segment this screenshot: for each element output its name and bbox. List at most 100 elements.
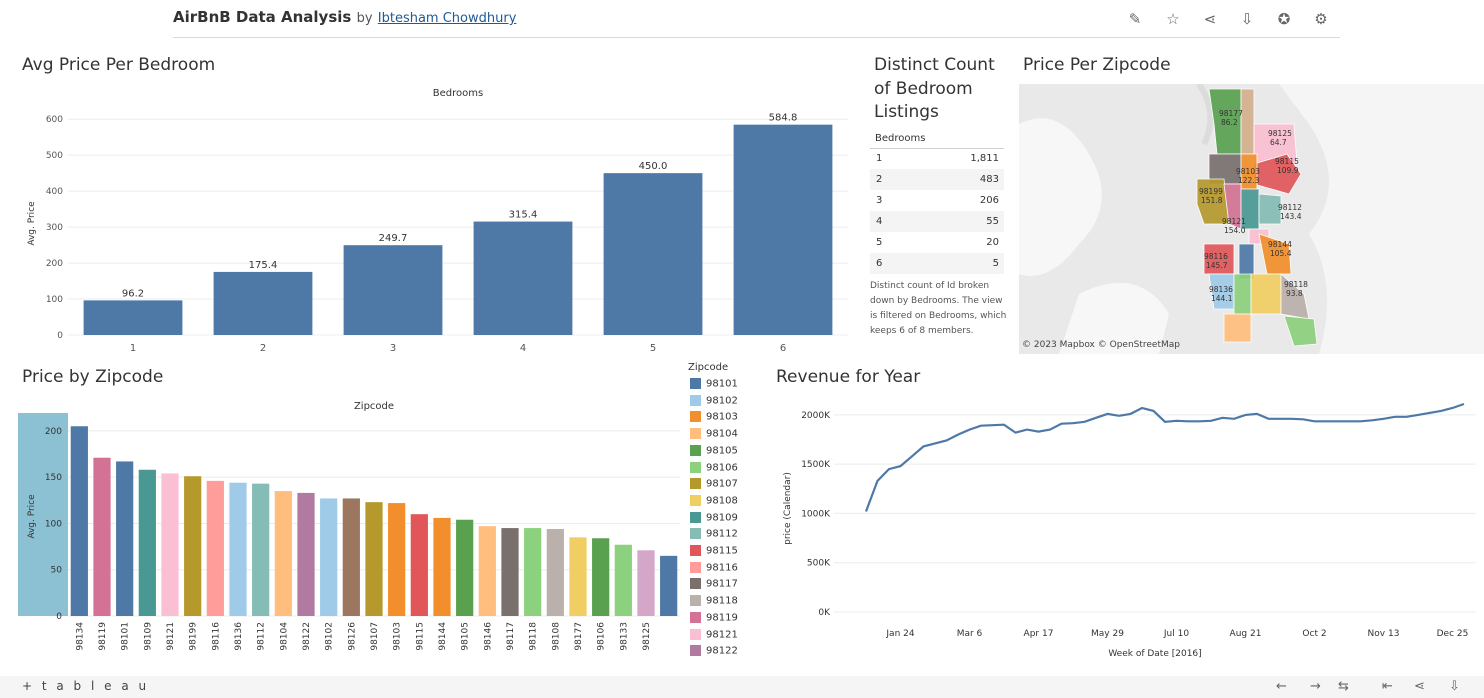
toolbar-divider — [173, 37, 1340, 38]
x-tick-label: 98119 — [98, 622, 108, 651]
y-tick-label: 200 — [46, 259, 63, 269]
legend-swatch — [690, 394, 701, 406]
legend-item[interactable]: 98116 — [690, 561, 738, 578]
map-zip-label: 98125 — [1268, 129, 1292, 138]
x-tick-label: Mar 6 — [957, 629, 983, 639]
redo-icon[interactable]: → — [1310, 679, 1321, 694]
legend-item[interactable]: 98101 — [690, 378, 738, 394]
x-tick-label: 98106 — [597, 622, 607, 651]
pause-icon[interactable]: ⇤ — [1382, 679, 1393, 694]
listing-count-value: 20 — [986, 237, 999, 248]
y-axis-label: Avg. Price — [27, 494, 37, 539]
x-tick-label: Nov 13 — [1368, 629, 1400, 639]
legend-item[interactable]: 98103 — [690, 411, 738, 427]
map-zip-label: 98121 — [1222, 217, 1246, 226]
legend-swatch — [690, 461, 701, 473]
map-price-label: 122.3 — [1238, 176, 1260, 185]
gear-icon[interactable]: ⚙ — [1312, 10, 1330, 28]
x-tick-label: 98108 — [551, 622, 561, 651]
legend-item[interactable]: 98119 — [690, 611, 738, 628]
legend-item[interactable]: 98108 — [690, 494, 738, 511]
legend-item[interactable]: 98115 — [690, 545, 738, 561]
legend-item[interactable]: 98105 — [690, 444, 738, 461]
by-text: by — [356, 11, 373, 26]
edit-icon[interactable]: ✎ — [1126, 10, 1144, 28]
legend-swatch — [690, 428, 701, 440]
legend-item[interactable]: 98122 — [690, 645, 738, 661]
zipcode-region — [1240, 88, 1255, 155]
data-label: 249.7 — [379, 233, 408, 244]
x-tick-label: 98107 — [370, 622, 380, 651]
title-text: AirBnB Data Analysis — [173, 8, 352, 26]
x-tick-label: 98104 — [279, 622, 289, 651]
legend-swatch — [690, 411, 701, 423]
share-icon[interactable]: ⋖ — [1201, 10, 1219, 28]
zipcode-chart-title: Price by Zipcode — [22, 367, 164, 387]
x-axis-label: Week of Date [2016] — [1108, 649, 1201, 659]
bar — [569, 537, 587, 616]
zipcode-bar-chart[interactable]: Zipcode 0 50 100 150 200 Avg. Price 98134 98119 9… — [18, 395, 683, 670]
bar — [213, 271, 313, 335]
map-price-label: 93.8 — [1286, 289, 1303, 298]
y-axis-highlight — [18, 413, 68, 616]
revert-icon[interactable]: ⇆ — [1338, 679, 1349, 694]
y-tick-label: 100 — [46, 295, 63, 305]
download-icon[interactable]: ⇩ — [1238, 10, 1256, 28]
legend-item[interactable]: 98117 — [690, 578, 738, 594]
x-tick-label: 98112 — [257, 622, 267, 651]
map-zip-label: 98144 — [1268, 240, 1292, 249]
legend-item[interactable]: 98107 — [690, 478, 738, 494]
legend-swatch — [690, 611, 701, 623]
footer-share-icon[interactable]: ⋖ — [1414, 679, 1425, 694]
legend-swatch — [690, 444, 701, 456]
bar — [592, 538, 610, 616]
legend-swatch — [690, 528, 701, 540]
bar — [410, 514, 428, 616]
x-tick-label: Jan 24 — [885, 629, 914, 639]
y-tick-label: 2000K — [801, 411, 831, 421]
legend-label: 98115 — [706, 545, 738, 557]
legend-item[interactable]: 98118 — [690, 595, 738, 611]
y-tick-label: 0 — [57, 331, 63, 341]
author-link[interactable]: Ibtesham Chowdhury — [378, 11, 517, 26]
bedroom-bar-chart[interactable]: Bedrooms 0 100 200 300 400 500 600 Avg. Price 96.… — [18, 82, 863, 357]
x-tick-label: 3 — [390, 343, 396, 354]
zipcode-header: Zipcode — [354, 401, 394, 412]
legend-label: 98117 — [706, 578, 738, 590]
legend-swatch — [690, 628, 701, 640]
y-tick-label: 500K — [807, 559, 831, 569]
map-price-label: 145.7 — [1206, 261, 1228, 270]
legend-item[interactable]: 98102 — [690, 394, 738, 411]
legend-item[interactable]: 98109 — [690, 511, 738, 528]
bar — [388, 503, 406, 616]
revenue-line-chart[interactable]: 0K 500K 1000K 1500K 2000K price (Calendar) Jan… — [776, 395, 1482, 670]
award-icon[interactable]: ✪ — [1275, 10, 1293, 28]
legend-item[interactable]: 98112 — [690, 528, 738, 544]
footer-download-icon[interactable]: ⇩ — [1449, 679, 1460, 694]
x-tick-label: 98103 — [393, 622, 403, 651]
legend-item[interactable]: 98104 — [690, 428, 738, 444]
footer-bar: + t a b l e a u ← → ⇆ ⇤ ⋖ ⇩ — [0, 676, 1484, 698]
legend-item[interactable]: 98121 — [690, 628, 738, 645]
listing-count-value: 483 — [979, 174, 999, 185]
undo-icon[interactable]: ← — [1276, 679, 1287, 694]
x-tick-label: 98125 — [642, 622, 652, 651]
x-tick-label: 98177 — [574, 622, 584, 651]
map-price-label: 151.8 — [1201, 196, 1223, 205]
legend-label: 98104 — [706, 428, 738, 440]
bedroom-count-key: 1 — [876, 153, 883, 164]
bar — [546, 528, 564, 616]
tableau-logo: + t a b l e a u — [22, 679, 150, 693]
revenue-line — [864, 402, 1465, 512]
legend-item[interactable]: 98106 — [690, 461, 738, 478]
bar — [501, 528, 519, 616]
y-tick-label: 0 — [56, 612, 62, 622]
bar — [478, 526, 496, 616]
map-zip-label: 98199 — [1199, 187, 1223, 196]
data-label: 96.2 — [122, 288, 144, 299]
zipcode-map[interactable]: 98177 86.2 98125 64.7 98115 109.9 98103 122.3 98… — [1019, 84, 1484, 354]
x-tick-label: May 29 — [1091, 629, 1124, 639]
star-icon[interactable]: ☆ — [1164, 10, 1182, 28]
table-row: 1 1,811 — [870, 148, 1004, 169]
legend-swatch — [690, 645, 701, 657]
